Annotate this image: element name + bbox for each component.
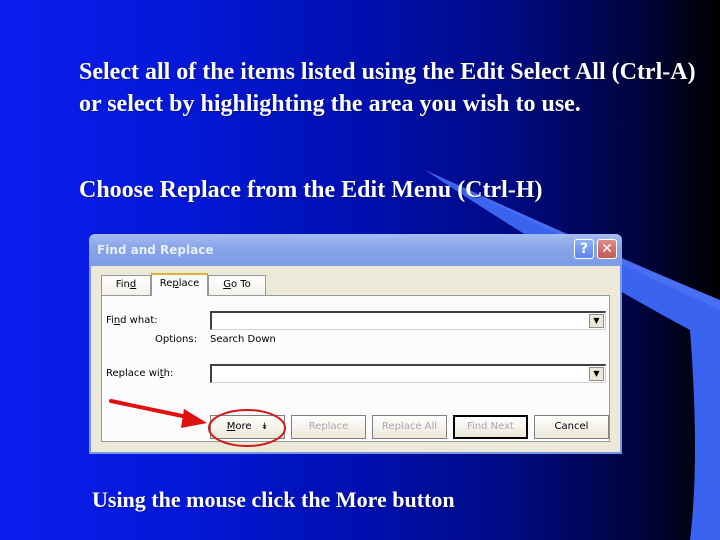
replace-with-label: Replace with: <box>106 368 173 379</box>
replace-with-combobox[interactable]: ▼ <box>210 364 606 383</box>
tab-accelerator: d <box>129 279 137 290</box>
tab-find[interactable]: Find <box>101 275 151 295</box>
instruction-click-more: Using the mouse click the More button <box>92 487 455 512</box>
find-what-combobox[interactable]: ▼ <box>210 311 606 330</box>
tab-accelerator: G <box>223 279 231 290</box>
find-what-label: Find what: <box>106 315 158 326</box>
question-mark-icon: ? <box>579 241 589 257</box>
close-button[interactable]: ✕ <box>597 239 617 259</box>
button-label: ore <box>235 421 252 432</box>
label-part: Fi <box>106 315 114 326</box>
label-part: h: <box>163 368 174 379</box>
double-chevron-down-icon: ↡ <box>260 422 269 432</box>
instruction-select-all: Select all of the items listed using the… <box>79 59 696 117</box>
tab-label: Re <box>159 278 173 289</box>
close-icon: ✕ <box>601 241 613 257</box>
help-button[interactable]: ? <box>574 239 594 259</box>
tab-replace[interactable]: Replace <box>151 273 208 296</box>
dialog-title: Find and Replace <box>97 243 214 257</box>
replace-button[interactable]: Replace <box>291 415 366 439</box>
options-label: Options: <box>155 334 197 345</box>
more-button[interactable]: More ↡ <box>210 415 285 439</box>
tab-label-rest: o To <box>230 279 251 290</box>
tab-label: Fin <box>115 279 130 290</box>
tab-label-rest: lace <box>178 278 200 289</box>
options-value: Search Down <box>210 334 276 345</box>
dropdown-arrow-icon[interactable]: ▼ <box>589 314 604 328</box>
dialog-titlebar[interactable]: Find and Replace ? ✕ <box>89 234 622 266</box>
find-next-button[interactable]: Find Next <box>453 415 528 439</box>
cancel-button[interactable]: Cancel <box>534 415 609 439</box>
replace-all-button[interactable]: Replace All <box>372 415 447 439</box>
dropdown-arrow-icon[interactable]: ▼ <box>589 367 604 381</box>
label-part: d what: <box>120 315 158 326</box>
find-and-replace-dialog: Find and Replace ? ✕ Find Replace Go To … <box>89 234 622 454</box>
tab-go-to[interactable]: Go To <box>208 275 266 295</box>
instruction-choose-replace: Choose Replace from the Edit Menu (Ctrl-… <box>79 177 543 203</box>
label-part: Replace wi <box>106 368 160 379</box>
